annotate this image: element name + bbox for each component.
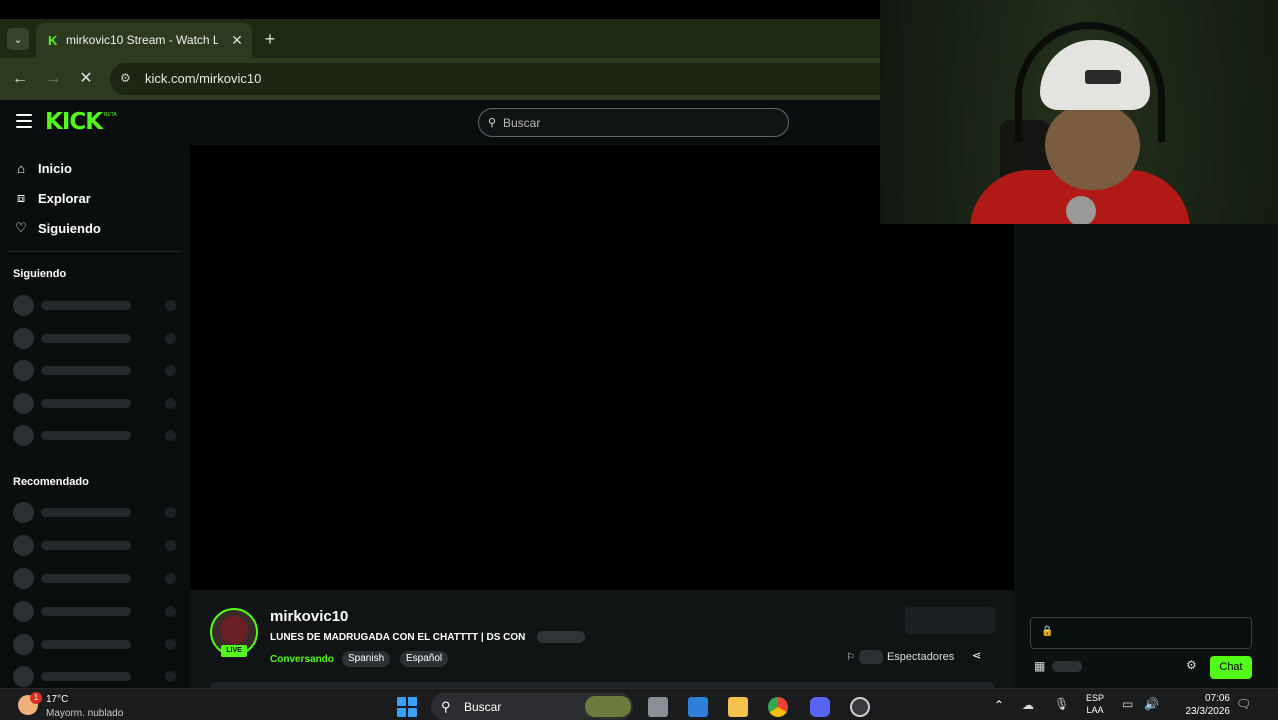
lock-icon: 🔒	[1041, 626, 1054, 637]
browser-tab-bar: ⌄ K mirkovic10 Stream - Watch Live ✕ +	[0, 19, 880, 58]
webcam-microphone	[1066, 196, 1096, 224]
microsoft-store-icon[interactable]	[688, 697, 708, 717]
forward-arrow-icon[interactable]: →	[42, 68, 64, 90]
sidebar-item-label: Inicio	[38, 160, 72, 176]
task-view-icon[interactable]	[648, 697, 668, 717]
top-strip	[0, 0, 880, 19]
channel-skeleton-row	[13, 393, 178, 414]
taskbar-search-placeholder: Buscar	[464, 700, 502, 714]
sidebar-divider	[8, 251, 180, 252]
beta-label: BETA	[104, 112, 117, 118]
viewer-count: ⚐ Espectadores	[846, 649, 954, 665]
tray-chevron-up-icon[interactable]: ⌃	[994, 698, 1004, 712]
new-tab-button[interactable]: +	[260, 29, 280, 49]
site-search-input[interactable]: ⚲ Buscar	[478, 108, 789, 137]
microphone-icon[interactable]: 🎙	[1054, 697, 1069, 711]
keyboard-layout: LAA	[1086, 705, 1104, 715]
points-placeholder	[1052, 661, 1082, 672]
language-indicator[interactable]: ESP LAA	[1086, 692, 1104, 716]
language-code: ESP	[1086, 693, 1105, 703]
store-icon[interactable]: ▦	[1034, 659, 1045, 673]
windows-start-icon[interactable]	[397, 697, 417, 717]
viewers-icon: ⚐	[846, 651, 855, 663]
browser-toolbar: ← → ✕ ⚙ kick.com/mirkovic10	[0, 58, 880, 100]
chrome-icon[interactable]	[768, 697, 788, 717]
category-link[interactable]: Conversando	[270, 654, 334, 665]
channel-skeleton-row	[13, 502, 178, 523]
url-text[interactable]: kick.com/mirkovic10	[145, 71, 445, 88]
channel-skeleton-row	[13, 634, 178, 655]
tab-title: mirkovic10 Stream - Watch Live	[66, 33, 218, 47]
weather-description[interactable]: Mayorm. nublado	[46, 708, 123, 719]
search-placeholder: Buscar	[503, 116, 541, 130]
tag-espanol[interactable]: Español	[400, 651, 449, 667]
webcam-overlay	[880, 0, 1278, 224]
search-icon: ⚲	[441, 699, 451, 714]
chat-input[interactable]: 🔒	[1030, 617, 1252, 649]
viewer-count-placeholder	[858, 650, 883, 664]
viewers-label: Espectadores	[886, 651, 955, 663]
webcam-cap-logo	[1085, 70, 1121, 84]
compass-icon: ⧈	[16, 190, 26, 205]
volume-icon[interactable]: 🔊	[1144, 697, 1159, 711]
recommended-section-title: Recomendado	[13, 476, 89, 488]
sidebar-item-inicio[interactable]: ⌂ Inicio	[13, 157, 173, 179]
live-badge: LIVE	[221, 645, 247, 657]
stream-info-panel: LIVE mirkovic10 LUNES DE MADRUGADA CON E…	[190, 590, 1014, 688]
follow-button-placeholder[interactable]	[905, 607, 995, 634]
following-section-title: Siguiendo	[13, 268, 67, 280]
weather-badge: 1	[30, 692, 42, 704]
channel-skeleton-row	[13, 666, 178, 687]
kick-favicon-icon: K	[48, 33, 58, 48]
file-explorer-icon[interactable]	[728, 697, 748, 717]
kick-logo[interactable]: KICK	[45, 109, 105, 135]
taskbar-search[interactable]: ⚲ Buscar	[431, 693, 633, 720]
address-bar[interactable]: ⚙ kick.com/mirkovic10	[110, 63, 880, 95]
sidebar: ⌂ Inicio ⧈ Explorar ♡ Siguiendo Siguiend…	[0, 144, 186, 688]
onedrive-cloud-icon[interactable]: ☁	[1022, 698, 1034, 712]
hamburger-menu-icon[interactable]	[16, 114, 32, 128]
sidebar-item-explorar[interactable]: ⧈ Explorar	[13, 187, 173, 209]
taskbar-clock[interactable]: 07:06 23/3/2026	[1172, 692, 1231, 718]
sidebar-item-label: Siguiendo	[38, 220, 101, 236]
heart-icon: ♡	[15, 220, 27, 235]
home-icon: ⌂	[17, 160, 25, 176]
back-arrow-icon[interactable]: ←	[9, 68, 31, 90]
channel-name[interactable]: mirkovic10	[270, 608, 348, 625]
clock-time: 07:06	[1204, 693, 1230, 704]
stream-title: LUNES DE MADRUGADA CON EL CHATTTT | DS C…	[270, 632, 526, 643]
sidebar-item-label: Explorar	[38, 190, 91, 206]
site-header: KICK BETA ⚲ Buscar	[0, 100, 880, 144]
windows-taskbar: 1 17°C Mayorm. nublado ⚲ Buscar ⌃ ☁ 🎙 ES…	[0, 688, 1278, 720]
channel-skeleton-row	[13, 295, 178, 316]
site-info-icon[interactable]: ⚙	[120, 71, 136, 87]
tab-search-button[interactable]: ⌄	[7, 28, 29, 50]
share-icon[interactable]: ⋖	[972, 649, 981, 662]
network-icon[interactable]: ▭	[1122, 697, 1133, 711]
browser-tab[interactable]: K mirkovic10 Stream - Watch Live ✕	[36, 23, 252, 58]
obs-icon[interactable]	[850, 697, 870, 717]
close-tab-icon[interactable]: ✕	[229, 32, 245, 48]
tag-spanish[interactable]: Spanish	[342, 651, 391, 667]
discord-icon[interactable]	[810, 697, 830, 717]
notifications-icon[interactable]: 🗨	[1236, 697, 1251, 711]
search-highlight-image	[585, 696, 631, 717]
channel-skeleton-row	[13, 601, 178, 622]
channel-skeleton-row	[13, 328, 178, 349]
channel-skeleton-row	[13, 568, 178, 589]
gear-icon[interactable]: ⚙	[1186, 658, 1197, 672]
channel-skeleton-row	[13, 360, 178, 381]
avatar-image	[220, 616, 248, 644]
chat-send-button[interactable]: Chat	[1210, 656, 1252, 679]
clock-date: 23/3/2026	[1185, 706, 1231, 717]
sidebar-item-siguiendo[interactable]: ♡ Siguiendo	[13, 217, 173, 239]
channel-skeleton-row	[13, 535, 178, 556]
weather-temperature[interactable]: 17°C	[46, 694, 68, 705]
title-redacted-placeholder	[537, 631, 585, 643]
channel-skeleton-row	[13, 425, 178, 446]
search-icon: ⚲	[488, 117, 497, 129]
stop-loading-icon[interactable]: ✕	[75, 68, 97, 90]
